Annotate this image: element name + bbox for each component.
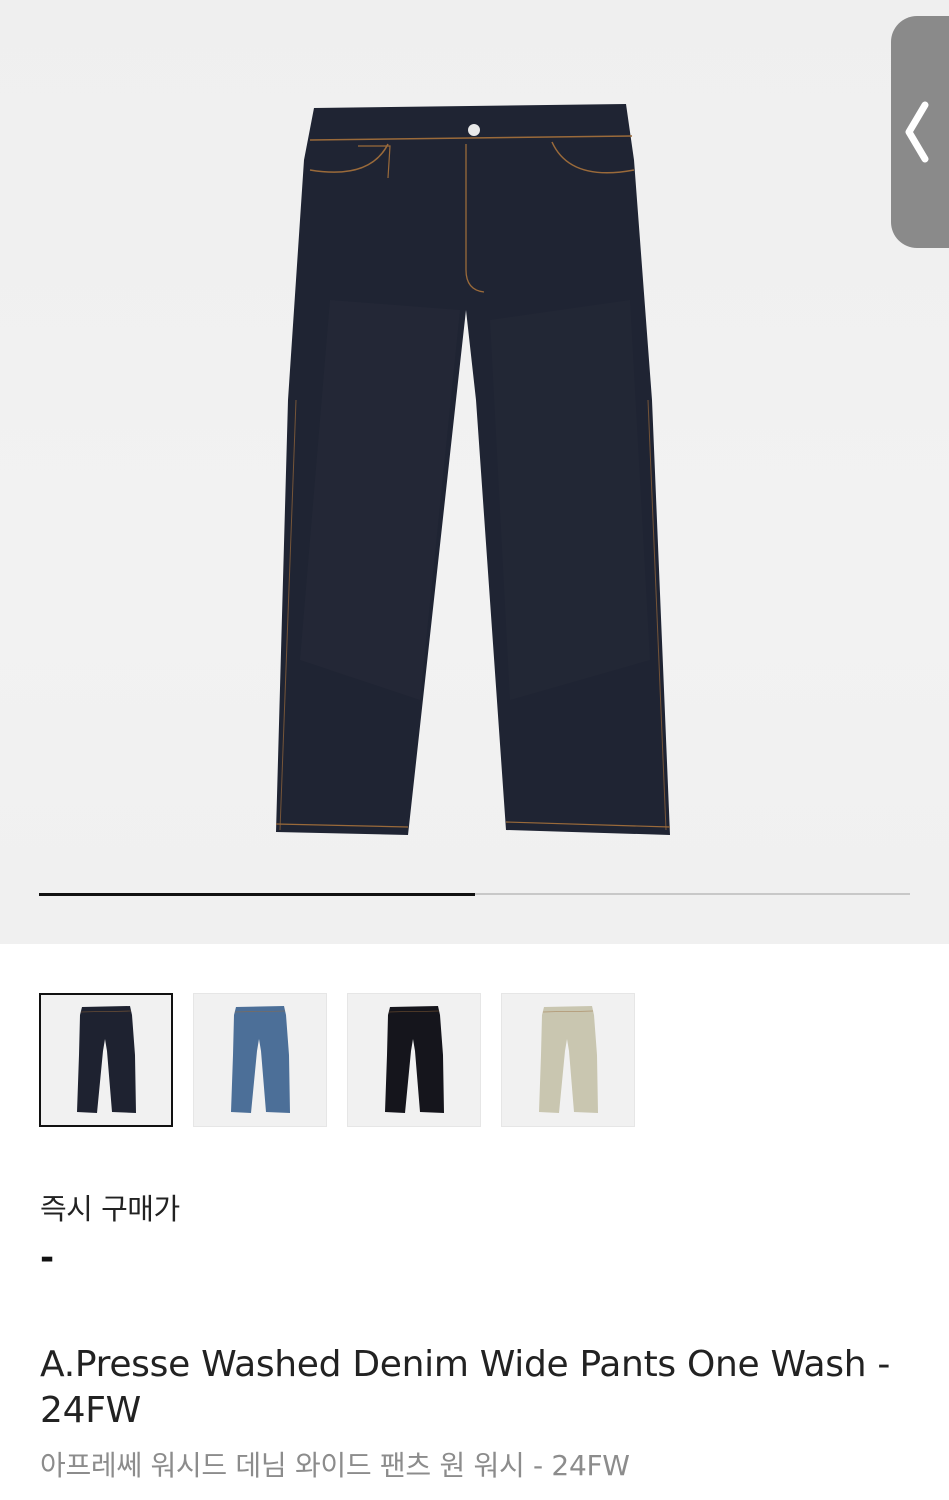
thumbnail-light-blue[interactable] xyxy=(193,993,327,1127)
thumbnail-jeans-image xyxy=(77,1006,136,1113)
product-title: A.Presse Washed Denim Wide Pants One Was… xyxy=(40,1344,891,1431)
instant-buy-price-label: 즉시 구매가 xyxy=(40,1192,180,1226)
thumbnail-jeans-image xyxy=(231,1006,290,1113)
product-title-korean: 아프레쎄 워시드 데님 와이드 팬츠 원 워시 - 24FW xyxy=(40,1449,630,1482)
side-panel-handle[interactable] xyxy=(891,16,949,248)
color-option-thumbnails xyxy=(39,993,635,1127)
product-image xyxy=(275,104,671,835)
thumbnail-jeans-image xyxy=(385,1006,444,1113)
instant-buy-price-value: - xyxy=(40,1238,55,1278)
carousel-progress-fill xyxy=(39,892,475,896)
thumbnail-jeans-image xyxy=(539,1006,598,1113)
thumbnail-vintage-bleach[interactable] xyxy=(501,993,635,1127)
chevron-left-icon xyxy=(905,101,929,163)
product-image-carousel[interactable] xyxy=(0,0,949,944)
carousel-progress-bar xyxy=(39,892,910,896)
thumbnail-one-wash[interactable] xyxy=(39,993,173,1127)
thumbnail-black[interactable] xyxy=(347,993,481,1127)
